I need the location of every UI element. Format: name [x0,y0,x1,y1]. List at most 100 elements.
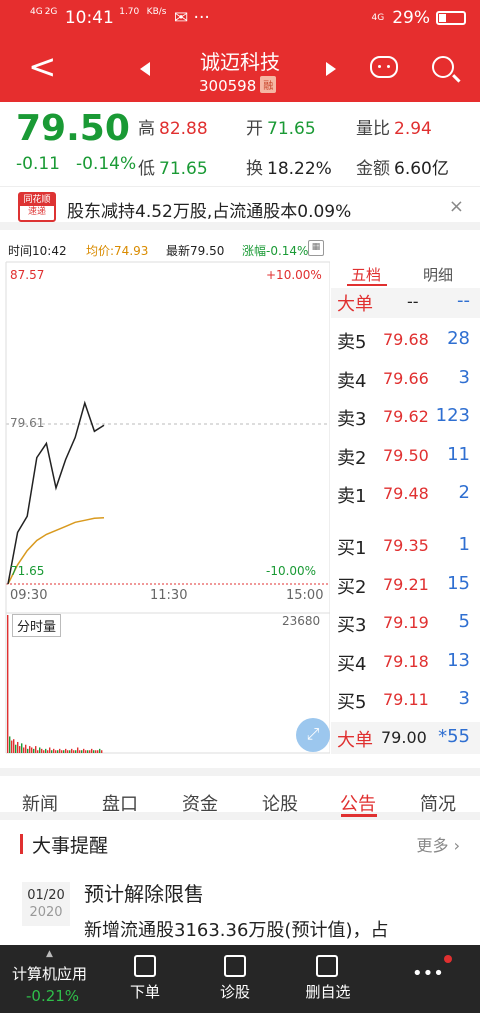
volume-bar [23,747,25,753]
top-price: 87.57 [10,268,45,282]
tab-profile[interactable]: 简况 [420,790,456,816]
stock-code-row: 300598 融 [199,76,277,95]
close-icon[interactable]: × [449,196,464,217]
ask-row: 卖1 79.48 2 [331,476,480,514]
volume-bar [15,744,17,753]
volume-bar [75,750,77,753]
big-buy-label: 大单 [337,730,373,751]
diagnose-icon[interactable] [224,955,246,977]
expand-icon[interactable]: ⤢ [296,718,330,752]
bid-row: 买1 79.35 1 [331,528,480,566]
event-date-day: 01/20 [27,888,65,903]
sector-name[interactable]: 计算机应用 [12,963,87,984]
remove-watchlist-button[interactable]: 删自选 [302,981,354,1002]
signal-icon: 4G [371,12,385,23]
tab-news[interactable]: 新闻 [22,790,58,816]
quote-panel: 79.50 -0.11 -0.14% 高 82.88 开 71.65 量比 2.94 … [0,102,480,182]
event-description: 新增流通股3163.36万股(预计值)，占 [84,920,389,941]
tab-funds[interactable]: 资金 [182,790,218,816]
volume-bar [89,750,91,753]
bid-price: 79.19 [383,613,429,632]
volume-label[interactable]: 分时量 [12,614,62,637]
bid-volume: 5 [458,611,470,632]
net-speed-unit: KB/s [146,7,167,17]
ask-volume: 123 [435,405,470,426]
ask-volume: 11 [447,443,470,465]
ask-volume: 2 [458,482,470,503]
status-bar: 4G 2G 10:41 1.70 KB/s ✉ ··· 4G 29% [0,0,480,36]
chevron-up-icon[interactable]: ▲ [46,949,53,959]
event-headline[interactable]: 预计解除限售 [84,878,204,907]
mail-icon: ✉ [173,8,189,28]
volume-bar [67,750,69,753]
volume-bar [91,748,93,753]
volume-bar [45,748,47,753]
more-link[interactable]: 更多 › [416,832,460,856]
big-sell-volume: -- [457,290,470,311]
order-button[interactable]: 下单 [128,981,162,1002]
news-logo: 同花顺 速递 [18,192,56,222]
volume-bar [13,739,15,753]
order-icon[interactable] [134,955,156,977]
tab-discussion[interactable]: 论股 [262,790,298,816]
volume-bar [57,750,59,753]
bottom-price: 71.65 [10,564,45,578]
high-label: 高 [138,119,155,139]
margin-badge: 融 [260,76,277,93]
volume-bar [93,750,95,753]
chevron-right-icon: › [453,836,460,855]
chart-time: 时间10:42 [8,244,67,258]
bid-price: 79.11 [383,690,429,709]
volume-bar [77,747,79,753]
chart-avg: 均价:74.93 [86,244,149,258]
volume-bar [95,750,97,753]
more-icon[interactable]: ••• [412,963,444,984]
calculator-icon[interactable]: ▦ [308,240,324,256]
volume-bar [35,746,37,753]
bid-volume: 3 [458,688,470,709]
robot-icon[interactable] [370,56,398,78]
tab-announcements[interactable]: 公告 [340,790,376,816]
signal-4g-label: 4G [30,7,43,17]
news-banner[interactable]: 同花顺 速递 股东减持4.52万股,占流通股本0.09% × [0,186,480,230]
big-sell-row: 大单 -- -- [331,288,480,318]
news-text: 股东减持4.52万股,占流通股本0.09% [67,202,352,222]
big-buy-price: 79.00 [381,728,427,747]
volume-bar [61,750,63,753]
search-icon[interactable] [432,56,454,78]
next-stock-icon[interactable] [326,62,336,76]
high-value: 82.88 [159,119,208,139]
time-mid: 11:30 [150,588,188,603]
volume-bar [63,750,65,753]
bid-price: 79.21 [383,574,429,594]
ask-level-label: 卖2 [337,447,367,469]
price-plot [5,261,330,754]
bid-volume: 1 [458,534,470,555]
more-notifications-icon: ··· [193,8,210,28]
battery-percent: 29% [392,8,430,28]
price-change: -0.11 [16,154,60,174]
price-change-pct: -0.14% [76,154,137,174]
sector-change: -0.21% [26,987,80,1005]
remove-watchlist-icon[interactable] [316,955,338,977]
volume-bar [31,747,33,753]
bottom-bar: ▲ 计算机应用 -0.21% 下单 诊股 删自选 ••• [0,945,480,1013]
intraday-chart[interactable]: 时间10:42 均价:74.93 最新79.50 涨幅-0.14% ▦ 87.5… [0,238,330,758]
volume-bar [55,750,57,753]
volume-bar [101,750,103,753]
events-section: 大事提醒 更多 › 01/20 2020 预计解除限售 新增流通股3163.36万… [0,820,480,945]
ask-volume: 28 [447,328,470,349]
bid-level-label: 买3 [337,615,367,636]
event-date: 01/20 2020 [22,882,70,926]
event-date-year: 2020 [29,905,63,920]
header: 4G 2G 10:41 1.70 KB/s ✉ ··· 4G 29% < 诚迈科技… [0,0,480,102]
tab-details[interactable]: 明细 [423,264,453,285]
bid-level-label: 买4 [337,653,367,675]
tab-five-levels[interactable]: 五档 [351,264,381,285]
tab-handicap[interactable]: 盘口 [102,790,138,816]
chart-change: 涨幅-0.14% [242,244,309,258]
ask-price: 79.68 [383,330,429,349]
volume-bar [69,750,71,753]
volume-max: 23680 [282,614,321,628]
diagnose-button[interactable]: 诊股 [218,981,252,1002]
